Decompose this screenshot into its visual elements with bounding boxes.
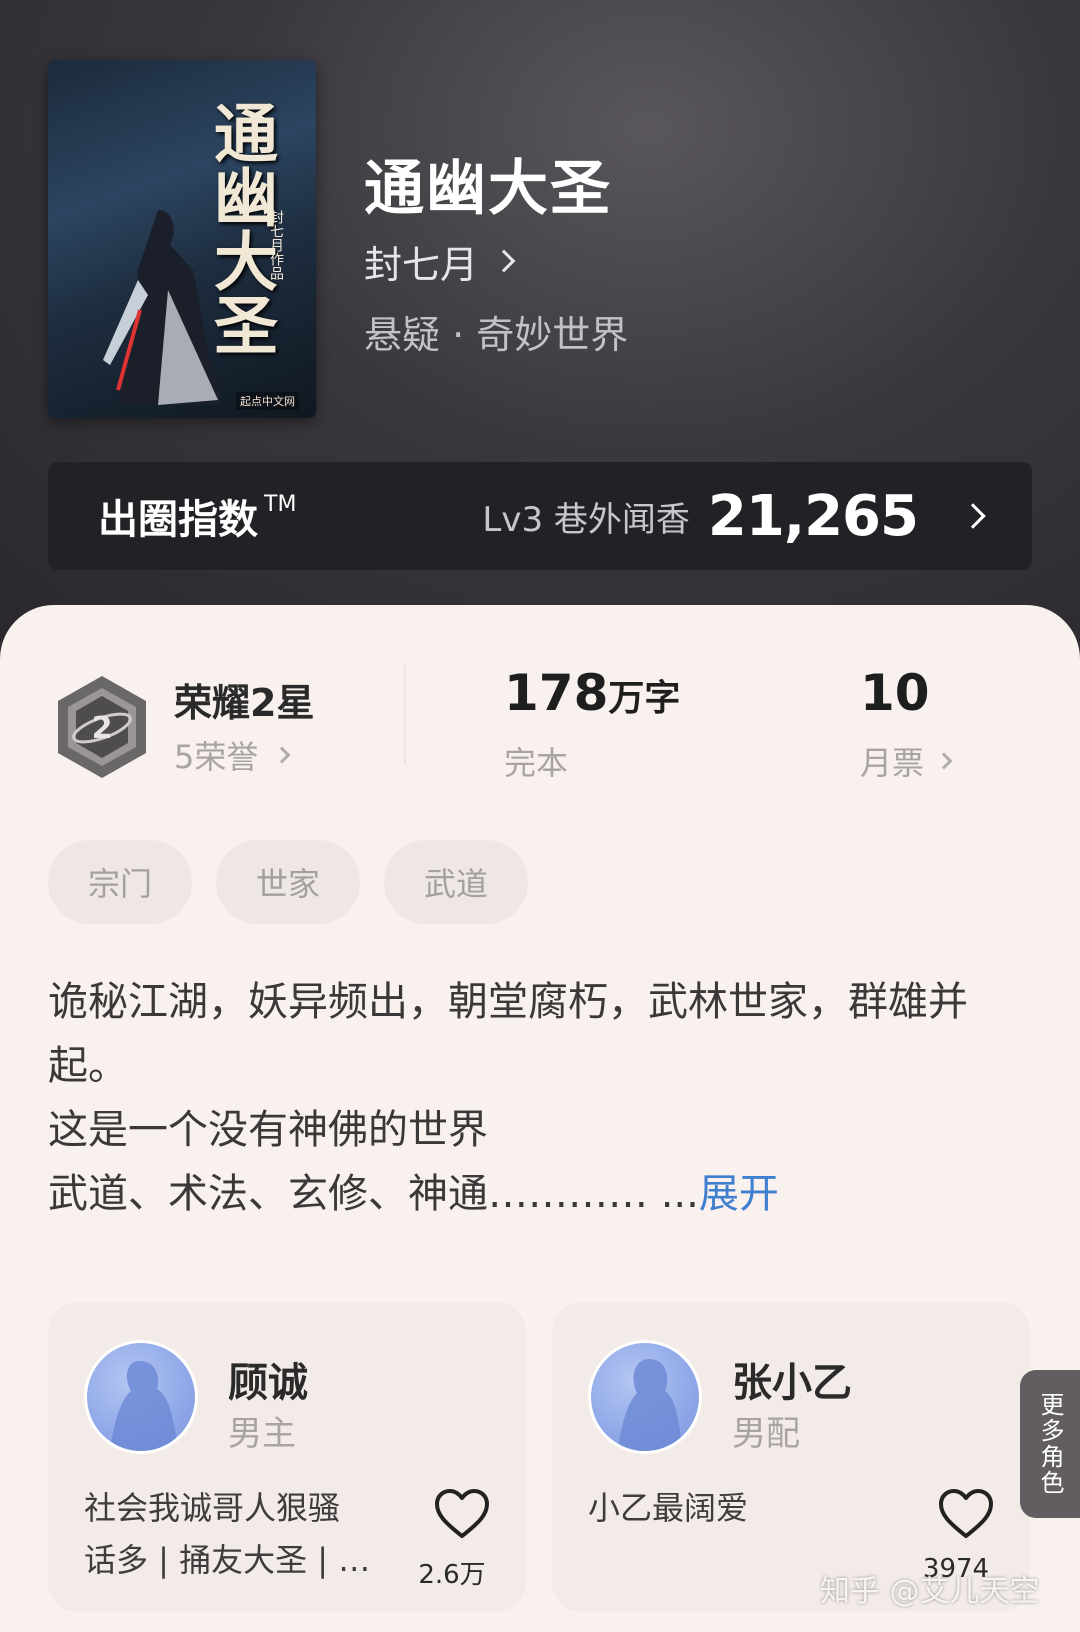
character-description: 小乙最阔爱: [588, 1482, 908, 1534]
description-line: 诡秘江湖，妖异频出，朝堂腐朽，武林世家，群雄并起。: [48, 979, 968, 1089]
monthly-ticket-label: 月票: [860, 744, 925, 782]
book-status: 完本: [504, 744, 569, 782]
character-avatar: [84, 1340, 198, 1454]
heart-icon[interactable]: [434, 1488, 490, 1540]
watermark: 知乎 @艾儿天空: [820, 1574, 1040, 1609]
book-cover[interactable]: 通幽大圣 封七月作品 起点中文网: [48, 60, 316, 418]
description-line: 武道、术法、玄修、神通………… ...: [48, 1171, 699, 1217]
description-line: 话多 | 捅友大圣 | …: [84, 1541, 371, 1579]
cover-byline: 封七月作品: [268, 210, 284, 280]
word-count-unit: 万字: [608, 678, 681, 719]
like-count: 2.6万: [418, 1560, 486, 1590]
word-count: 178万字: [504, 664, 680, 722]
heart-icon[interactable]: [938, 1488, 994, 1540]
cover-title-art: 通幽大圣: [203, 100, 278, 356]
more-characters-button[interactable]: 更多角色: [1020, 1370, 1080, 1518]
honor-title: 荣耀2星: [174, 681, 315, 725]
badge-number: 2: [92, 711, 113, 746]
tag-chip[interactable]: 宗门: [48, 840, 192, 924]
word-count-number: 178: [504, 664, 609, 722]
popularity-index-bar[interactable]: 出圈指数 TM Lv3 巷外闻香 21,265: [48, 462, 1032, 570]
tag-chip[interactable]: 武道: [384, 840, 528, 924]
index-level: Lv3 巷外闻香: [482, 499, 690, 540]
character-card[interactable]: 顾诚 男主 社会我诚哥人狠骚 话多 | 捅友大圣 | … 2.6万: [48, 1302, 526, 1612]
character-avatar: [588, 1340, 702, 1454]
book-title: 通幽大圣: [364, 154, 612, 224]
author-link[interactable]: 封七月: [364, 236, 516, 287]
stats-divider: [404, 665, 406, 765]
chevron-right-icon: [273, 746, 291, 764]
cover-publisher: 起点中文网: [236, 392, 299, 410]
description-last-line: 武道、术法、玄修、神通………… ...展开: [48, 1162, 1018, 1226]
expand-link[interactable]: 展开: [699, 1171, 779, 1217]
tag-list: 宗门 世家 武道: [48, 840, 528, 924]
chevron-right-icon: [492, 249, 516, 273]
character-role: 男配: [732, 1414, 800, 1454]
honor-count: 5荣誉: [174, 738, 259, 776]
character-silhouette-icon: [109, 1361, 179, 1451]
book-description: 诡秘江湖，妖异频出，朝堂腐朽，武林世家，群雄并起。 这是一个没有神佛的世界 武道…: [48, 970, 1018, 1226]
tag-chip[interactable]: 世家: [216, 840, 360, 924]
author-name: 封七月: [364, 242, 479, 287]
character-description: 社会我诚哥人狠骚 话多 | 捅友大圣 | …: [84, 1482, 404, 1586]
monthly-ticket-link[interactable]: 月票: [860, 738, 953, 784]
description-line: 社会我诚哥人狠骚: [84, 1489, 341, 1527]
description-line: 这是一个没有神佛的世界: [48, 1107, 488, 1153]
index-score: 21,265: [707, 483, 919, 549]
chevron-right-icon: [935, 752, 953, 770]
book-genre: 悬疑 · 奇妙世界: [364, 313, 629, 357]
index-label: 出圈指数: [98, 497, 258, 543]
character-name: 顾诚: [228, 1360, 308, 1406]
trademark-mark: TM: [264, 491, 297, 517]
honor-link[interactable]: 5荣誉: [174, 732, 291, 778]
character-name: 张小乙: [732, 1360, 852, 1406]
honor-badge-icon[interactable]: 2: [52, 674, 152, 780]
character-role: 男主: [228, 1414, 296, 1454]
character-silhouette-icon: [617, 1359, 683, 1451]
description-line: 小乙最阔爱: [588, 1489, 749, 1527]
monthly-ticket-count: 10: [860, 664, 930, 722]
chevron-right-icon: [960, 503, 986, 529]
